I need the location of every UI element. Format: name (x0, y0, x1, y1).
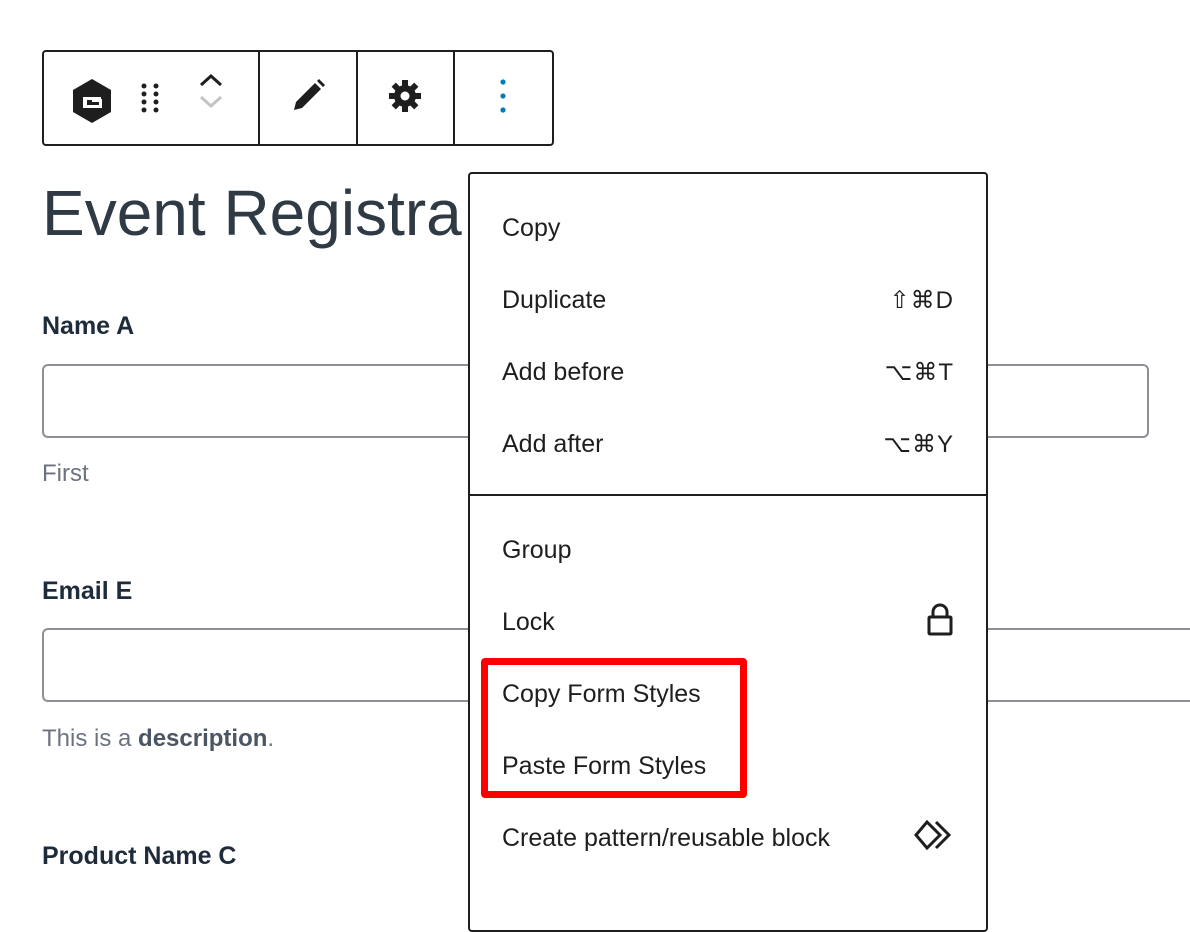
lock-icon (926, 602, 954, 643)
menu-item-label: Add after (502, 429, 604, 458)
block-toolbar-group-main (44, 52, 261, 144)
email-description-end: . (267, 725, 275, 752)
menu-item-paste-form-styles[interactable]: Paste Form Styles (502, 738, 954, 794)
move-up-icon[interactable] (198, 72, 224, 88)
gravity-forms-block-icon[interactable] (68, 77, 116, 125)
shortcut-duplicate: ⇧⌘D (889, 286, 954, 314)
block-options-menu: Copy Duplicate ⇧⌘D Add before ⌥⌘T Add af… (468, 172, 988, 932)
edit-button[interactable] (260, 52, 358, 144)
block-movers (198, 72, 224, 110)
edit-pencil-icon (288, 76, 328, 121)
shortcut-add-before: ⌥⌘T (884, 358, 954, 386)
menu-item-label: Paste Form Styles (502, 751, 707, 780)
menu-item-label: Add before (502, 357, 625, 386)
move-down-icon[interactable] (198, 94, 224, 110)
menu-item-label: Lock (502, 607, 555, 636)
menu-item-copy-form-styles[interactable]: Copy Form Styles (502, 666, 954, 722)
menu-item-copy[interactable]: Copy (502, 200, 954, 256)
menu-item-label: Create pattern/reusable block (502, 823, 830, 852)
menu-separator (470, 494, 986, 496)
email-description-text: This is a (42, 725, 139, 752)
drag-handle-icon[interactable] (140, 82, 160, 114)
email-description-bold: description (138, 725, 268, 752)
shortcut-add-after: ⌥⌘Y (883, 430, 954, 458)
menu-item-add-after[interactable]: Add after ⌥⌘Y (502, 416, 954, 472)
field-label-product: Product Name C (42, 842, 237, 870)
field-label-email: Email E (42, 577, 133, 605)
form-title: Event Registra (42, 177, 462, 249)
field-label-name: Name A (42, 312, 135, 340)
block-toolbar (42, 50, 554, 146)
menu-item-label: Group (502, 535, 572, 564)
menu-item-create-pattern[interactable]: Create pattern/reusable block (502, 810, 954, 866)
menu-item-group[interactable]: Group (502, 522, 954, 578)
menu-item-lock[interactable]: Lock (502, 594, 954, 650)
reusable-block-icon (914, 819, 954, 857)
menu-item-duplicate[interactable]: Duplicate ⇧⌘D (502, 272, 954, 328)
email-description: This is a description. (42, 725, 274, 753)
menu-item-label: Duplicate (502, 285, 607, 314)
more-options-icon (499, 78, 507, 119)
gear-icon (387, 78, 423, 119)
menu-item-label: Copy Form Styles (502, 679, 701, 708)
name-first-sublabel: First (42, 460, 89, 487)
more-options-button[interactable] (455, 52, 552, 144)
menu-item-add-before[interactable]: Add before ⌥⌘T (502, 344, 954, 400)
settings-button[interactable] (358, 52, 455, 144)
menu-item-label: Copy (502, 213, 561, 242)
